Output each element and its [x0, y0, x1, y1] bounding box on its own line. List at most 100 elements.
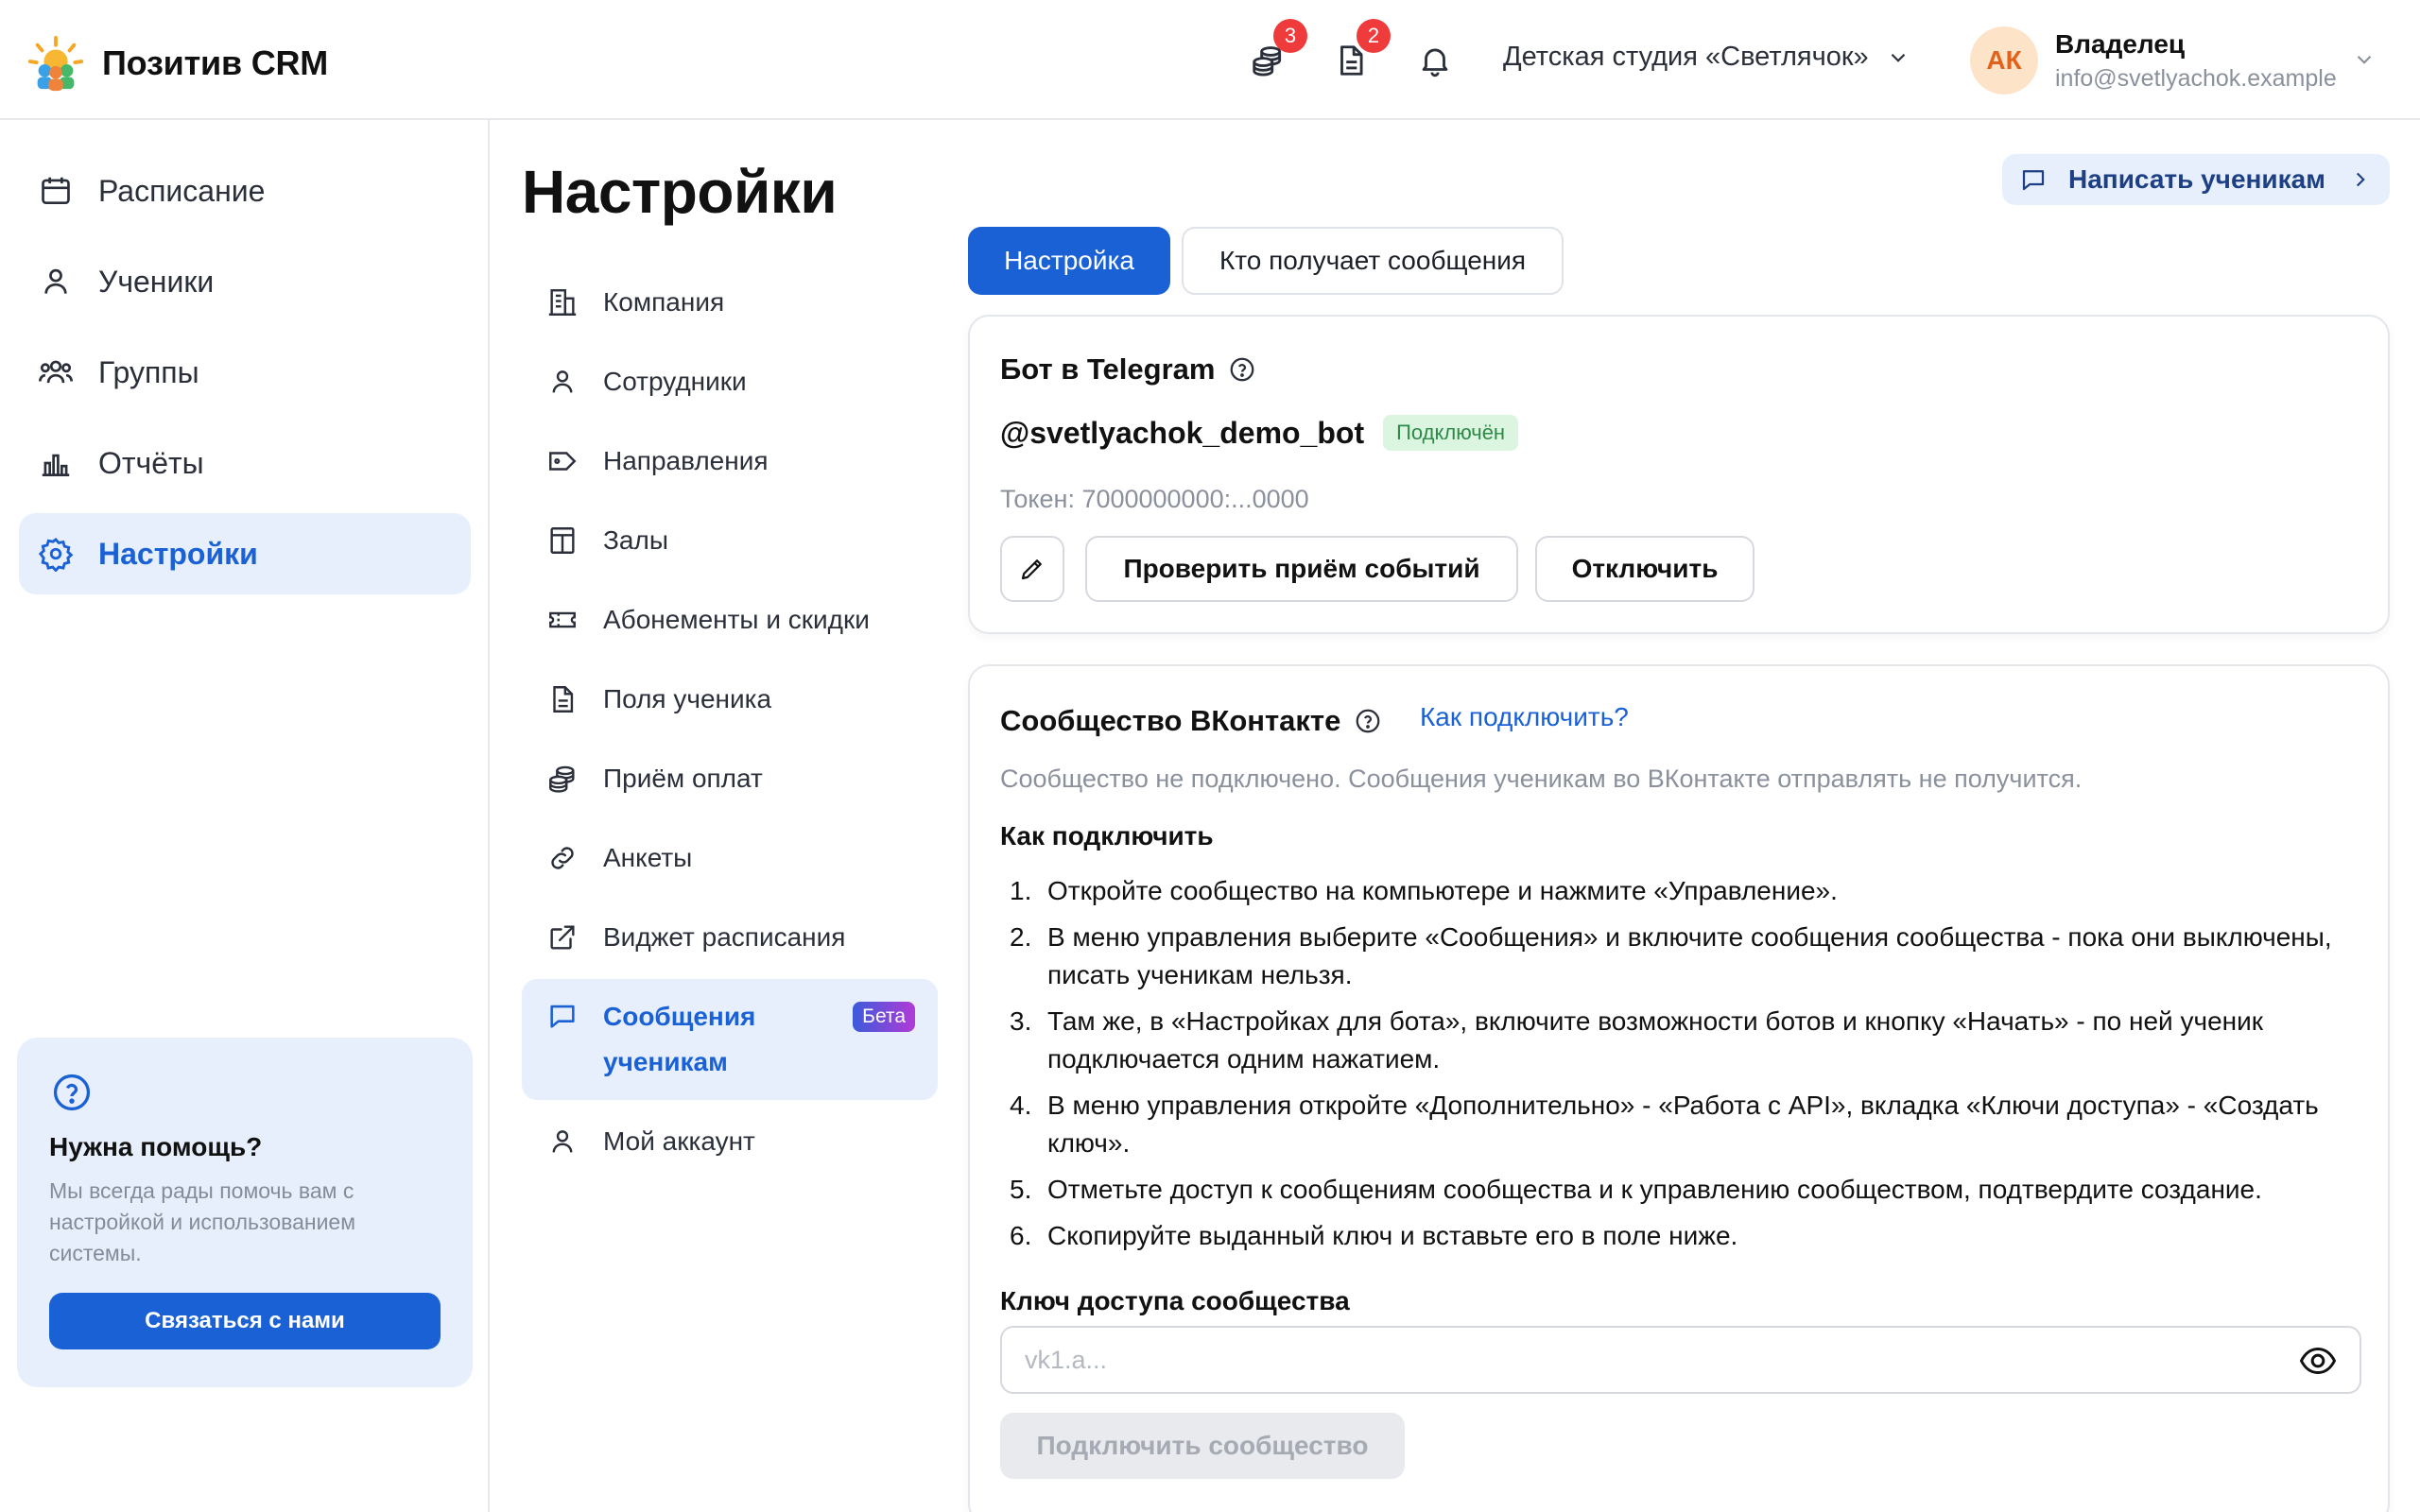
bell-icon — [1422, 48, 1448, 77]
settings-item-label: Сотрудники — [603, 367, 747, 396]
documents-button[interactable]: 2 — [1330, 19, 1391, 81]
settings-item-label: Сообщения ученикам — [603, 1002, 756, 1076]
user-icon — [552, 1130, 573, 1153]
edit-token-button[interactable] — [1000, 536, 1064, 602]
user-icon — [44, 268, 67, 294]
telegram-title: Бот в Telegram — [1000, 352, 1216, 386]
tab-recipients[interactable]: Кто получает сообщения — [1182, 227, 1564, 295]
settings-item-label: Анкеты — [603, 843, 693, 872]
message-icon — [550, 1005, 575, 1028]
sidebar-item-label: Настройки — [98, 536, 258, 571]
chevron-down-icon — [2357, 55, 2372, 64]
status-badge: Подключён — [1383, 415, 1519, 451]
settings-item-student-fields[interactable]: Поля ученика — [522, 666, 938, 732]
settings-item-staff[interactable]: Сотрудники — [522, 349, 938, 415]
studio-selector[interactable]: Детская студия «Светлячок» — [1503, 42, 1910, 73]
beta-badge: Бета — [853, 1002, 915, 1032]
settings-item-label: Залы — [603, 525, 668, 555]
message-icon — [2022, 170, 2045, 191]
list-item: 6. Скопируйте выданный ключ и вставьте ег… — [1010, 1221, 1738, 1250]
vk-status-note: Сообщество не подключено. Сообщения учен… — [1000, 765, 2083, 793]
disconnect-button[interactable]: Отключить — [1535, 536, 1754, 602]
sidebar-item-label: Отчёты — [98, 445, 204, 480]
app-logo[interactable]: Позитив CRM — [26, 34, 328, 93]
chevron-right-icon — [2356, 172, 2365, 187]
studio-name: Детская студия «Светлячок» — [1503, 42, 1869, 72]
write-students-label: Написать ученикам — [2068, 164, 2325, 194]
gear-icon — [38, 538, 74, 572]
pencil-icon — [1021, 559, 1042, 580]
vk-card: Сообщество ВКонтакте Как подключить? Соо… — [968, 664, 2390, 1512]
user-menu[interactable]: АК Владелец info@svetlyachok.example — [1970, 26, 2372, 94]
help-icon[interactable] — [1354, 707, 1382, 735]
settings-item-schedule-widget[interactable]: Виджет расписания — [522, 904, 938, 971]
documents-badge: 2 — [1357, 19, 1391, 53]
settings-item-company[interactable]: Компания — [522, 269, 938, 335]
connect-community-button[interactable]: Подключить сообщество — [1000, 1413, 1405, 1479]
sidebar-item-students[interactable]: Ученики — [19, 241, 471, 322]
chevron-down-icon — [1891, 53, 1905, 62]
settings-item-label: Компания — [603, 287, 725, 317]
settings-item-label: Направления — [603, 446, 769, 475]
how-to-connect-title: Как подключить — [1000, 821, 1214, 850]
list-item: 3. Там же, в «Настройках для бота», включ… — [1010, 1006, 2263, 1074]
user-icon — [552, 370, 573, 393]
settings-item-my-account[interactable]: Мой аккаунт — [522, 1108, 938, 1175]
sidebar-item-reports[interactable]: Отчёты — [19, 422, 471, 504]
sidebar-item-label: Группы — [98, 354, 199, 389]
sidebar-item-label: Ученики — [98, 264, 215, 299]
link-icon — [551, 847, 574, 869]
help-title: Нужна помощь? — [49, 1132, 263, 1161]
chart-icon — [42, 454, 70, 477]
sidebar-item-schedule[interactable]: Расписание — [19, 150, 471, 232]
list-item: 2. В меню управления выберите «Сообщения»… — [1010, 922, 2332, 989]
settings-item-label: Приём оплат — [603, 764, 763, 793]
settings-item-rooms[interactable]: Залы — [522, 507, 938, 574]
access-key-input[interactable] — [1000, 1326, 2361, 1394]
payments-badge: 3 — [1273, 19, 1307, 53]
sidebar-item-settings[interactable]: Настройки — [19, 513, 471, 594]
list-item: 5. Отметьте доступ к сообщениям сообществ… — [1010, 1175, 2262, 1204]
notifications-button[interactable] — [1414, 40, 1456, 81]
settings-item-label: Мой аккаунт — [603, 1126, 755, 1156]
sidebar-item-label: Расписание — [98, 173, 266, 208]
top-header: Позитив CRM 3 2 Детская студия «Светлячо… — [0, 0, 2420, 120]
external-link-icon — [550, 925, 575, 950]
settings-item-payments[interactable]: Приём оплат — [522, 746, 938, 812]
settings-item-label: Поля ученика — [603, 684, 772, 713]
check-events-button[interactable]: Проверить приём событий — [1085, 536, 1518, 602]
document-icon — [553, 686, 574, 713]
avatar: АК — [1970, 26, 2038, 94]
ticket-icon — [549, 611, 576, 628]
help-icon[interactable] — [1228, 355, 1256, 384]
vk-title: Сообщество ВКонтакте — [1000, 704, 1341, 737]
app-name: Позитив CRM — [102, 43, 329, 82]
tag-icon — [549, 452, 577, 471]
sidebar-item-groups[interactable]: Группы — [19, 332, 471, 413]
question-icon — [53, 1074, 91, 1111]
steps-list: 1. Откройте сообщество на компьютере и на… — [1010, 872, 2371, 1263]
settings-item-subscriptions[interactable]: Абонементы и скидки — [522, 587, 938, 653]
help-card: Нужна помощь? Мы всегда рады помочь вам … — [17, 1038, 473, 1387]
eye-icon[interactable] — [2299, 1345, 2337, 1377]
bot-handle: @svetlyachok_demo_bot — [1000, 415, 1365, 450]
tab-setup[interactable]: Настройка — [968, 227, 1170, 295]
settings-item-forms[interactable]: Анкеты — [522, 825, 938, 891]
settings-item-label: Виджет расписания — [603, 922, 846, 952]
help-text: Мы всегда рады помочь вам с настройкой и… — [49, 1178, 356, 1265]
payments-button[interactable]: 3 — [1247, 19, 1307, 81]
building-icon — [548, 289, 577, 316]
how-to-connect-link[interactable]: Как подключить? — [1420, 702, 1629, 732]
contact-us-button[interactable]: Связаться с нами — [49, 1293, 441, 1349]
settings-item-directions[interactable]: Направления — [522, 428, 938, 494]
user-email: info@svetlyachok.example — [2055, 64, 2337, 92]
room-icon — [550, 527, 575, 554]
user-role: Владелец — [2055, 28, 2186, 59]
telegram-card: Бот в Telegram @svetlyachok_demo_bot Под… — [968, 315, 2390, 634]
users-icon — [39, 360, 73, 384]
page-title: Настройки — [522, 158, 838, 226]
settings-item-student-messages[interactable]: Сообщения ученикам Бета — [522, 979, 938, 1100]
write-students-button[interactable]: Написать ученикам — [2002, 154, 2390, 205]
list-item: 4. В меню управления откройте «Дополнител… — [1010, 1091, 2319, 1158]
list-item: 1. Откройте сообщество на компьютере и на… — [1010, 876, 1838, 905]
